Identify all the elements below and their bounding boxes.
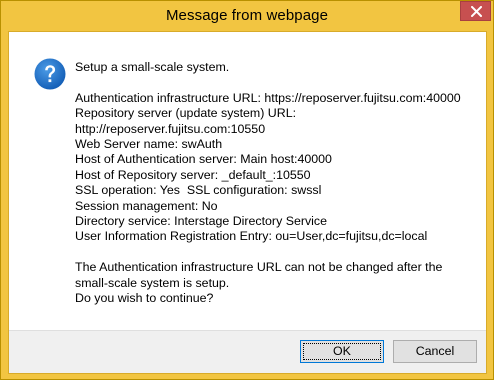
message-line: http://reposerver.fujitsu.com:10550 [75,121,266,136]
message-line: Session management: No [75,198,218,213]
window-title: Message from webpage [165,7,329,24]
close-button[interactable] [460,1,491,21]
message-line: Authentication infrastructure URL: https… [75,90,461,105]
message-line: User Information Registration Entry: ou=… [75,229,428,244]
message-line: Directory service: Interstage Directory … [75,214,328,229]
message-line: The Authentication infrastructure URL ca… [75,260,443,275]
cancel-button[interactable]: Cancel [393,340,477,363]
message-dialog: Message from webpage Setup a small-scale… [0,0,494,380]
message-line: Host of Repository server: _default_:105… [75,167,311,182]
button-bar: OK Cancel [9,330,486,373]
message-text: Setup a small-scale system. Authenticati… [75,60,475,306]
message-line: Setup a small-scale system. [75,60,230,74]
close-icon [471,6,482,17]
title-bar[interactable]: Message from webpage [1,1,493,31]
focus-rectangle [303,343,381,360]
message-line: SSL operation: Yes SSL configuration: sw… [75,183,322,198]
dialog-content: Setup a small-scale system. Authenticati… [8,31,487,374]
question-icon [34,58,66,90]
message-line: Repository server (update system) URL: [75,106,297,121]
message-line: Do you wish to continue? [75,291,214,306]
ok-button[interactable]: OK [300,340,384,363]
message-line: Web Server name: swAuth [75,137,223,152]
cancel-button-label: Cancel [415,344,455,358]
message-line: Host of Authentication server: Main host… [75,152,332,167]
message-line: small-scale system is setup. [75,275,230,290]
